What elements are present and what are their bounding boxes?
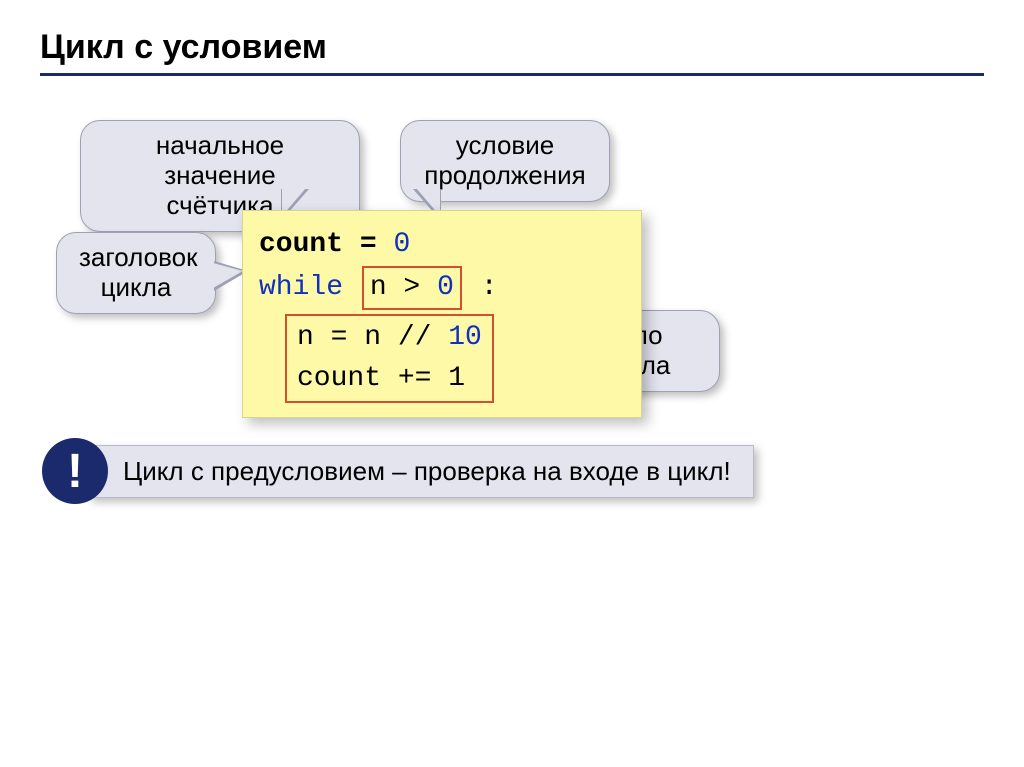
code-body1-num: 10 [448,322,482,353]
callout-condition: условие продолжения [400,120,610,202]
callout-header-line1: заголовок [79,242,197,272]
callout-header-line2: цикла [101,272,172,302]
code-body-box: n = n // 10 count += 1 [285,314,494,403]
code-cond-left: n > [370,272,420,303]
code-body-line2: count += 1 [297,359,482,400]
slide-title: Цикл с условием [40,28,984,67]
code-box: count = 0 while n > 0 : n = n // 10 coun… [242,210,642,418]
callout-loop-header: заголовок цикла [56,232,216,314]
code-body1-left: n = n // [297,322,431,353]
code-eq: = [360,229,377,260]
code-line-1: count = 0 [259,225,631,266]
callout-condition-line2: продолжения [424,160,585,190]
title-underline [40,73,984,76]
code-cond-right: 0 [437,272,454,303]
code-while: while [259,272,343,303]
code-body-line1: n = n // 10 [297,318,482,359]
callout-condition-line1: условие [456,130,554,160]
slide: Цикл с условием начальное значение счётч… [0,0,1024,767]
callout-initial-line1: начальное значение [156,130,284,190]
exclamation-icon: ! [42,438,108,504]
note: ! Цикл с предусловием – проверка на вход… [42,438,754,504]
code-colon: : [481,272,498,303]
code-condition-box: n > 0 [362,266,462,311]
note-text: Цикл с предусловием – проверка на входе … [88,445,754,498]
code-zero: 0 [393,229,410,260]
code-line-2: while n > 0 : [259,266,631,311]
code-count-var: count [259,229,343,260]
